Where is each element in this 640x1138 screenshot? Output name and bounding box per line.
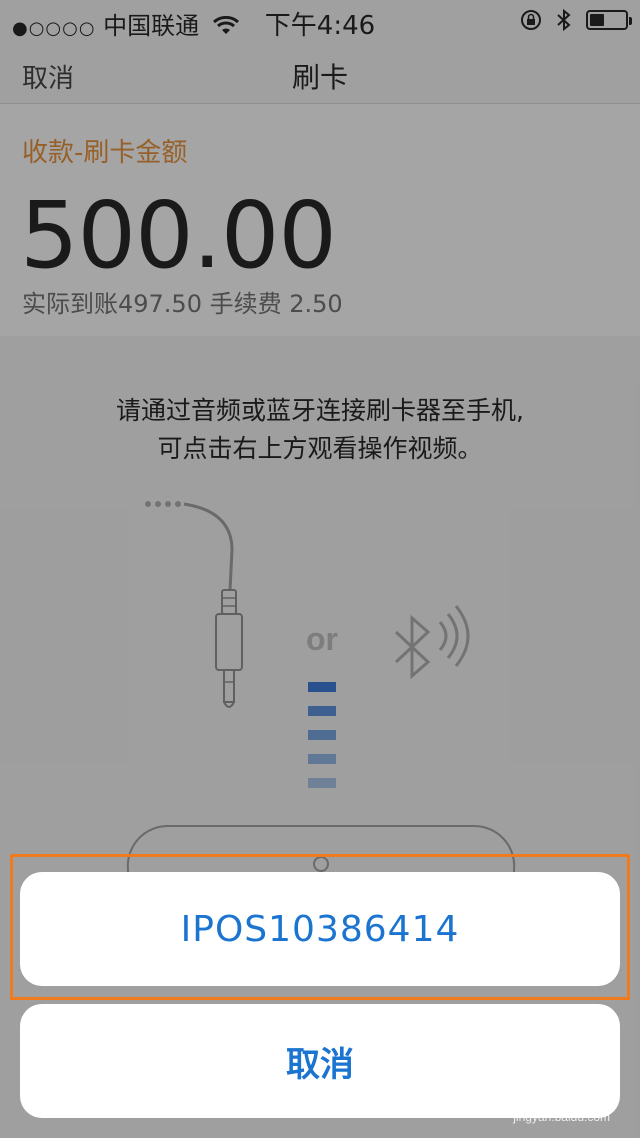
device-option-button[interactable]: IPOS10386414 bbox=[20, 872, 620, 986]
watermark-url: jingyan.baidu.com bbox=[513, 1110, 610, 1124]
baidu-watermark: Bai 经验 jingyan.baidu.com bbox=[503, 1070, 610, 1124]
screen: ●○○○○ 中国联通 下午4:46 取消 刷卡 收款-刷卡金额 500.00 实… bbox=[0, 0, 640, 1138]
watermark-brand: Bai 经验 bbox=[502, 1076, 610, 1107]
